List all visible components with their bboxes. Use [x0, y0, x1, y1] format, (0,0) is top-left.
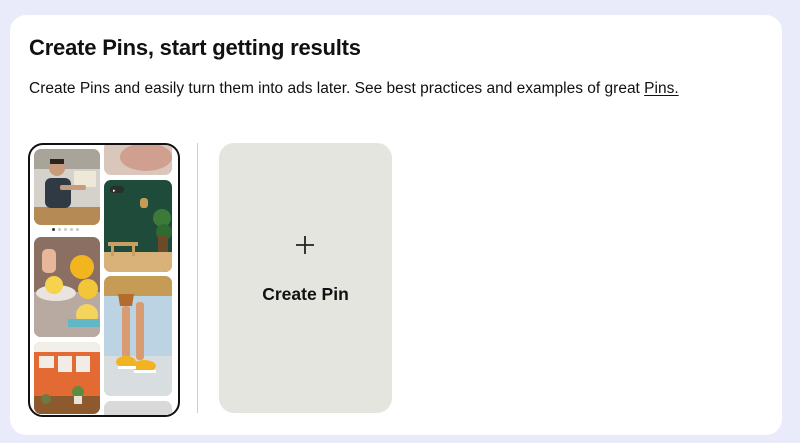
preview-pin-peach — [104, 145, 172, 175]
preview-pin-green-wall: ▸ — [104, 180, 172, 272]
description-text: Create Pins and easily turn them into ad… — [29, 80, 645, 97]
create-pins-card: Create Pins, start getting results Creat… — [10, 15, 782, 435]
plus-icon — [296, 236, 314, 254]
carousel-dots — [52, 228, 79, 231]
card-title: Create Pins, start getting results — [29, 35, 361, 60]
section-divider — [197, 143, 198, 413]
preview-pin-man-at-table — [34, 149, 100, 225]
preview-pin-yellow-shoes — [104, 276, 172, 396]
pins-link[interactable]: Pins. — [644, 80, 678, 97]
preview-pin-citrus — [34, 237, 100, 337]
preview-pin-bottom — [104, 401, 172, 415]
preview-pin-orange-wall — [34, 342, 100, 414]
pin-preview-phone: ▸ — [28, 143, 180, 417]
create-pin-label: Create Pin — [262, 284, 349, 304]
card-description: Create Pins and easily turn them into ad… — [29, 76, 754, 101]
create-pin-button[interactable]: Create Pin — [219, 143, 392, 413]
